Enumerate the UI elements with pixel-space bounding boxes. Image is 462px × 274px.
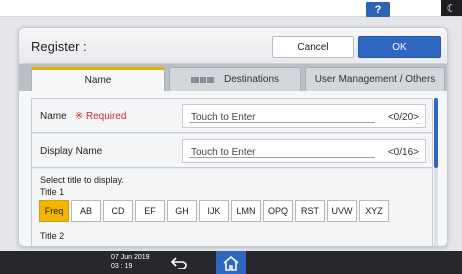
title2-label: Title 2: [40, 231, 65, 241]
title-key-rst[interactable]: RST: [295, 200, 325, 222]
tab-name[interactable]: Name: [31, 67, 165, 91]
display-name-label: Display Name: [40, 146, 103, 157]
display-name-input[interactable]: Touch to Enter <0/16> ...: [182, 139, 426, 163]
title-key-row: Freq AB CD EF GH IJK LMN OPQ RST UVW XYZ: [39, 200, 389, 222]
display-name-underline: [189, 157, 375, 158]
title-selection-section: Select title to display. Title 1 Freq AB…: [32, 169, 432, 246]
title-key-ab[interactable]: AB: [71, 200, 101, 222]
title-key-gh[interactable]: GH: [167, 200, 197, 222]
destination-icons: [190, 76, 214, 83]
name-label: Name ※ Required: [40, 111, 126, 122]
title-key-uvw[interactable]: UVW: [327, 200, 357, 222]
name-label-text: Name: [40, 111, 67, 122]
name-input[interactable]: Touch to Enter <0/20> ...: [182, 104, 426, 128]
title1-label: Title 1: [40, 187, 65, 197]
tab-user-management-label: User Management / Others: [314, 74, 436, 85]
date-text: 07 Jun 2019: [111, 254, 150, 261]
time-text: 03 : 19: [111, 263, 133, 270]
cancel-button[interactable]: Cancel: [272, 36, 354, 58]
title-key-ef[interactable]: EF: [135, 200, 165, 222]
tab-strip: Name Destinations User Management / Othe…: [19, 64, 447, 91]
select-title-instruction: Select title to display.: [40, 175, 124, 185]
back-arrow-icon[interactable]: [167, 253, 191, 272]
tab-name-label: Name: [84, 75, 112, 86]
bottom-bar: 07 Jun 2019 03 : 19: [0, 251, 462, 274]
title-key-cd[interactable]: CD: [103, 200, 133, 222]
title-key-xyz[interactable]: XYZ: [359, 200, 389, 222]
title-key-lmn[interactable]: LMN: [231, 200, 261, 222]
form-panel: Name ※ Required Touch to Enter <0/20> ...…: [31, 98, 433, 246]
tab-destinations-label: Destinations: [223, 74, 280, 85]
help-button[interactable]: ?: [366, 2, 390, 17]
register-dialog: Register : Cancel OK Name Destinations U…: [18, 27, 448, 247]
name-underline: [189, 122, 375, 123]
date-time: 07 Jun 2019 03 : 19: [111, 253, 150, 271]
moon-icon[interactable]: ☾: [441, 0, 462, 16]
ellipsis-icon: ...: [415, 154, 421, 161]
dialog-title: Register :: [31, 39, 87, 54]
home-icon[interactable]: [216, 251, 246, 274]
tab-user-management[interactable]: User Management / Others: [305, 67, 445, 91]
ok-button[interactable]: OK: [358, 36, 441, 58]
scrollbar[interactable]: [434, 98, 438, 246]
top-status-bar: ? ☾: [0, 0, 462, 17]
title-key-ijk[interactable]: IJK: [199, 200, 229, 222]
display-name-row: Display Name Touch to Enter <0/16> ...: [32, 134, 432, 168]
required-indicator: ※ Required: [74, 111, 127, 122]
tab-destinations[interactable]: Destinations: [169, 67, 301, 91]
title-key-opq[interactable]: OPQ: [263, 200, 293, 222]
title-key-freq[interactable]: Freq: [39, 200, 69, 222]
scroll-thumb[interactable]: [434, 98, 438, 168]
dialog-header: Register : Cancel OK: [19, 28, 447, 64]
ellipsis-icon: ...: [415, 119, 421, 126]
name-row: Name ※ Required Touch to Enter <0/20> ...: [32, 99, 432, 133]
